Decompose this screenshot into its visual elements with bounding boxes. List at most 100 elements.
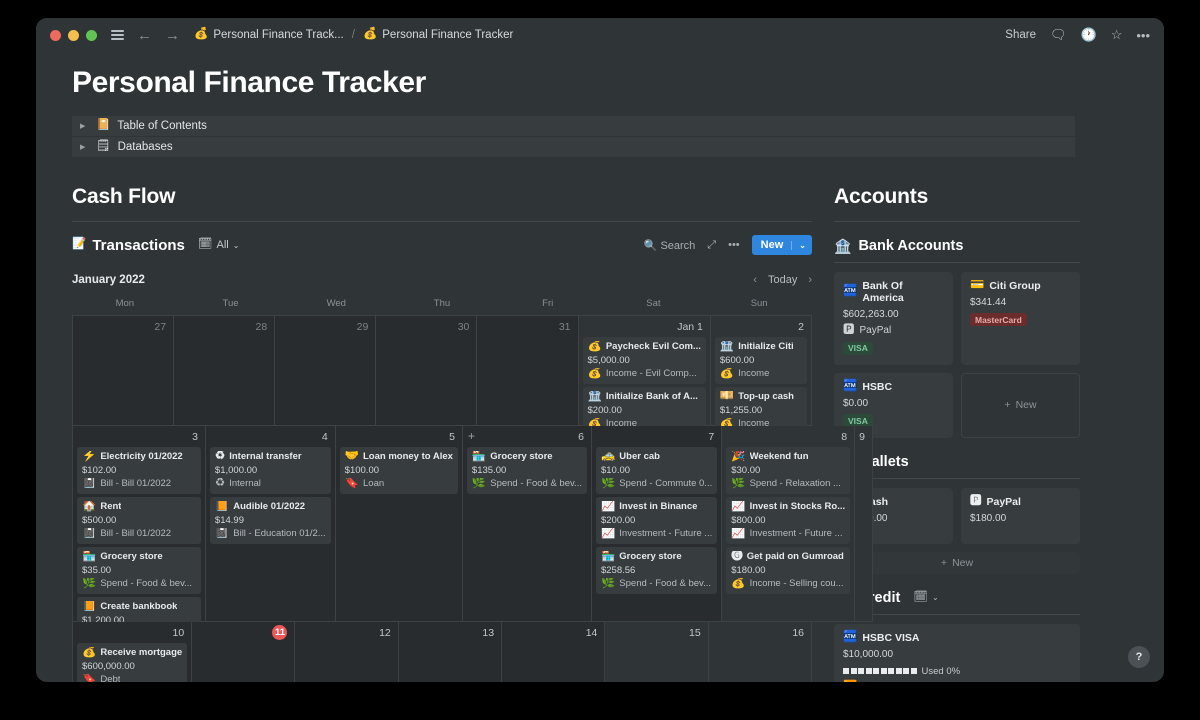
calendar-day-cell[interactable]: 31 [477, 316, 578, 426]
more-icon[interactable]: ••• [728, 239, 740, 251]
calendar-event-card[interactable]: 🅖Get paid on Gumroad$180.00💰Income - Sel… [726, 547, 850, 594]
toggle-databases[interactable]: ▶ 🗒 Databases [72, 137, 1075, 157]
group-view-selector[interactable]: 🗓⌄ [913, 592, 938, 604]
breadcrumb-item-parent[interactable]: 💰 Personal Finance Track... [194, 29, 344, 41]
usage-squares [843, 668, 917, 674]
account-card[interactable]: 🏧Bank Of America$602,263.00🅿PayPalVISA [834, 272, 953, 365]
calendar-day-cell[interactable]: 3⚡Electricity 01/2022$102.00📓Bill - Bill… [73, 426, 206, 622]
calendar-day-number: 28 [178, 320, 270, 334]
calendar-event-card[interactable]: 🏪Grocery store$135.00🌿Spend - Food & bev… [467, 447, 587, 494]
maximize-icon[interactable] [86, 30, 97, 41]
divider [834, 262, 1080, 263]
expand-icon[interactable]: ⤢ [707, 239, 716, 252]
event-title: Audible 01/2022 [233, 501, 305, 512]
calendar-event-card[interactable]: 🚕Uber cab$10.00🌿Spend - Commute 0... [596, 447, 717, 494]
calendar-day-cell[interactable]: 2🏦Initialize Citi$600.00💰Income💴Top-up c… [711, 316, 812, 426]
close-icon[interactable] [50, 30, 61, 41]
calendar-event-card[interactable]: ♻Internal transfer$1,000.00♻Internal [210, 447, 331, 494]
star-icon[interactable]: ☆ [1111, 27, 1123, 43]
database-title[interactable]: 📝 Transactions [72, 237, 185, 254]
breadcrumb-item-current[interactable]: 💰 Personal Finance Tracker [363, 29, 513, 41]
add-event-icon[interactable]: + [468, 429, 475, 443]
next-month-button[interactable]: › [808, 274, 812, 286]
calendar-event-card[interactable]: 📈Invest in Stocks Ro...$800.00📈Investmen… [726, 497, 850, 544]
search-button[interactable]: 🔍 Search [644, 239, 696, 252]
chevron-down-icon[interactable]: ⌄ [932, 593, 939, 602]
card-network-tag: VISA [843, 342, 873, 355]
event-category-icon: 💰 [588, 368, 602, 380]
chevron-down-icon[interactable]: ⌄ [233, 241, 240, 250]
more-icon[interactable]: ••• [1136, 28, 1150, 43]
plus-icon: + [1004, 399, 1010, 411]
calendar-day-cell[interactable]: 9 [855, 426, 873, 622]
calendar-event-card[interactable]: 🏠Rent$500.00📓Bill - Bill 01/2022 [77, 497, 201, 544]
new-account-button[interactable]: +New [961, 373, 1080, 438]
comment-icon[interactable]: 🗨 [1050, 27, 1067, 43]
today-button[interactable]: Today [768, 274, 797, 286]
calendar-day-number: 29 [279, 320, 371, 334]
calendar-day-cell[interactable]: 28 [174, 316, 275, 426]
calendar-event-card[interactable]: 💰Paycheck Evil Com...$5,000.00💰Income - … [583, 337, 706, 384]
calendar-day-cell[interactable]: Jan 1💰Paycheck Evil Com...$5,000.00💰Inco… [579, 316, 711, 426]
chevron-right-icon[interactable]: ▶ [80, 143, 89, 151]
event-category-icon: 📓 [82, 478, 96, 490]
sidebar-toggle-icon[interactable] [111, 28, 124, 42]
calendar-grid: 27 28 29 3031Jan 1💰Paycheck Evil Com...$5,0… [72, 315, 812, 682]
calendar-event-card[interactable]: 🎉Weekend fun$30.00🌿Spend - Relaxation ..… [726, 447, 850, 494]
minimize-icon[interactable] [68, 30, 79, 41]
chevron-down-icon[interactable]: ⌄ [791, 241, 806, 250]
share-button[interactable]: Share [1005, 29, 1036, 41]
calendar-event-card[interactable]: ⚡Electricity 01/2022$102.00📓Bill - Bill … [77, 447, 201, 494]
calendar-day-cell[interactable]: +6🏪Grocery store$135.00🌿Spend - Food & b… [463, 426, 592, 622]
calendar-day-cell[interactable]: 11 [192, 622, 295, 682]
event-category-row: 💰Income - Selling cou... [731, 578, 845, 590]
new-button[interactable]: New ⌄ [752, 235, 812, 255]
calendar-day-cell[interactable]: 14 [502, 622, 605, 682]
calendar-day-cell[interactable]: 27 [73, 316, 174, 426]
calendar-day-cell[interactable]: 13 [399, 622, 502, 682]
account-card[interactable]: 🏧HSBC VISA$10,000.00Used 0%🔽Debt24.99 [834, 624, 1080, 683]
forward-arrow-icon[interactable]: → [165, 27, 180, 44]
calendar-event-card[interactable]: 📙Audible 01/2022$14.99📓Bill - Education … [210, 497, 331, 544]
calendar-day-cell[interactable]: 30 [376, 316, 477, 426]
clock-icon[interactable]: 🕐 [1081, 27, 1097, 43]
calendar-event-card[interactable]: 🤝Loan money to Alex$100.00🔖Loan [340, 447, 458, 494]
account-card[interactable]: 💳Citi Group$341.44MasterCard [961, 272, 1080, 365]
calendar-day-cell[interactable]: 29 [275, 316, 376, 426]
calendar-day-number: 8 [726, 430, 850, 444]
calendar-day-number: 13 [403, 626, 497, 640]
toggle-table-of-contents[interactable]: ▶ 📔 Table of Contents [72, 116, 1075, 136]
chevron-right-icon[interactable]: ▶ [80, 122, 89, 130]
calendar-day-cell[interactable]: 10💰Receive mortgage$600,000.00🔖Debt [73, 622, 192, 682]
event-category-icon: ♻ [215, 478, 225, 490]
calendar-event-card[interactable]: 🏪Grocery store$258.56🌿Spend - Food & bev… [596, 547, 717, 594]
account-name-row: 🏧Bank Of America [843, 280, 944, 304]
calendar-day-cell[interactable]: 5🤝Loan money to Alex$100.00🔖Loan [336, 426, 463, 622]
event-icon: 🏪 [601, 551, 615, 563]
calendar-event-card[interactable]: 📈Invest in Binance$200.00📈Investment - F… [596, 497, 717, 544]
calendar-day-cell[interactable]: 7🚕Uber cab$10.00🌿Spend - Commute 0...📈In… [592, 426, 722, 622]
event-category-icon: 🌿 [472, 478, 486, 490]
prev-month-button[interactable]: ‹ [753, 274, 757, 286]
calendar-day-cell[interactable]: 8 🎉Weekend fun$30.00🌿Spend - Relaxation .… [722, 426, 855, 622]
calendar-day-cell[interactable]: 12 [295, 622, 398, 682]
window-controls[interactable] [50, 30, 97, 41]
event-icon: 📈 [731, 501, 745, 513]
calendar-event-card[interactable]: 🏦Initialize Citi$600.00💰Income [715, 337, 807, 384]
calendar-day-cell[interactable]: 16 [709, 622, 812, 682]
event-category: Income - Evil Comp... [606, 368, 697, 379]
event-amount: $30.00 [731, 465, 845, 476]
account-card[interactable]: 🅿PayPal$180.00 [961, 488, 1080, 544]
view-selector[interactable]: 🗓 All ⌄ [198, 239, 240, 251]
event-title-row: 🏪Grocery store [472, 451, 582, 463]
event-amount: $200.00 [601, 515, 712, 526]
calendar-event-card[interactable]: 🏪Grocery store$35.00🌿Spend - Food & bev.… [77, 547, 201, 594]
help-button[interactable]: ? [1128, 646, 1150, 668]
calendar-event-card[interactable]: 💰Receive mortgage$600,000.00🔖Debt [77, 643, 187, 682]
divider [834, 221, 1080, 222]
back-arrow-icon[interactable]: ← [137, 27, 152, 44]
calendar-day-cell[interactable]: 15 [605, 622, 708, 682]
calendar-day-cell[interactable]: 4♻Internal transfer$1,000.00♻Internal📙Au… [206, 426, 336, 622]
account-icon: 🅿 [970, 496, 982, 508]
calendar-week: 3⚡Electricity 01/2022$102.00📓Bill - Bill… [73, 426, 812, 622]
